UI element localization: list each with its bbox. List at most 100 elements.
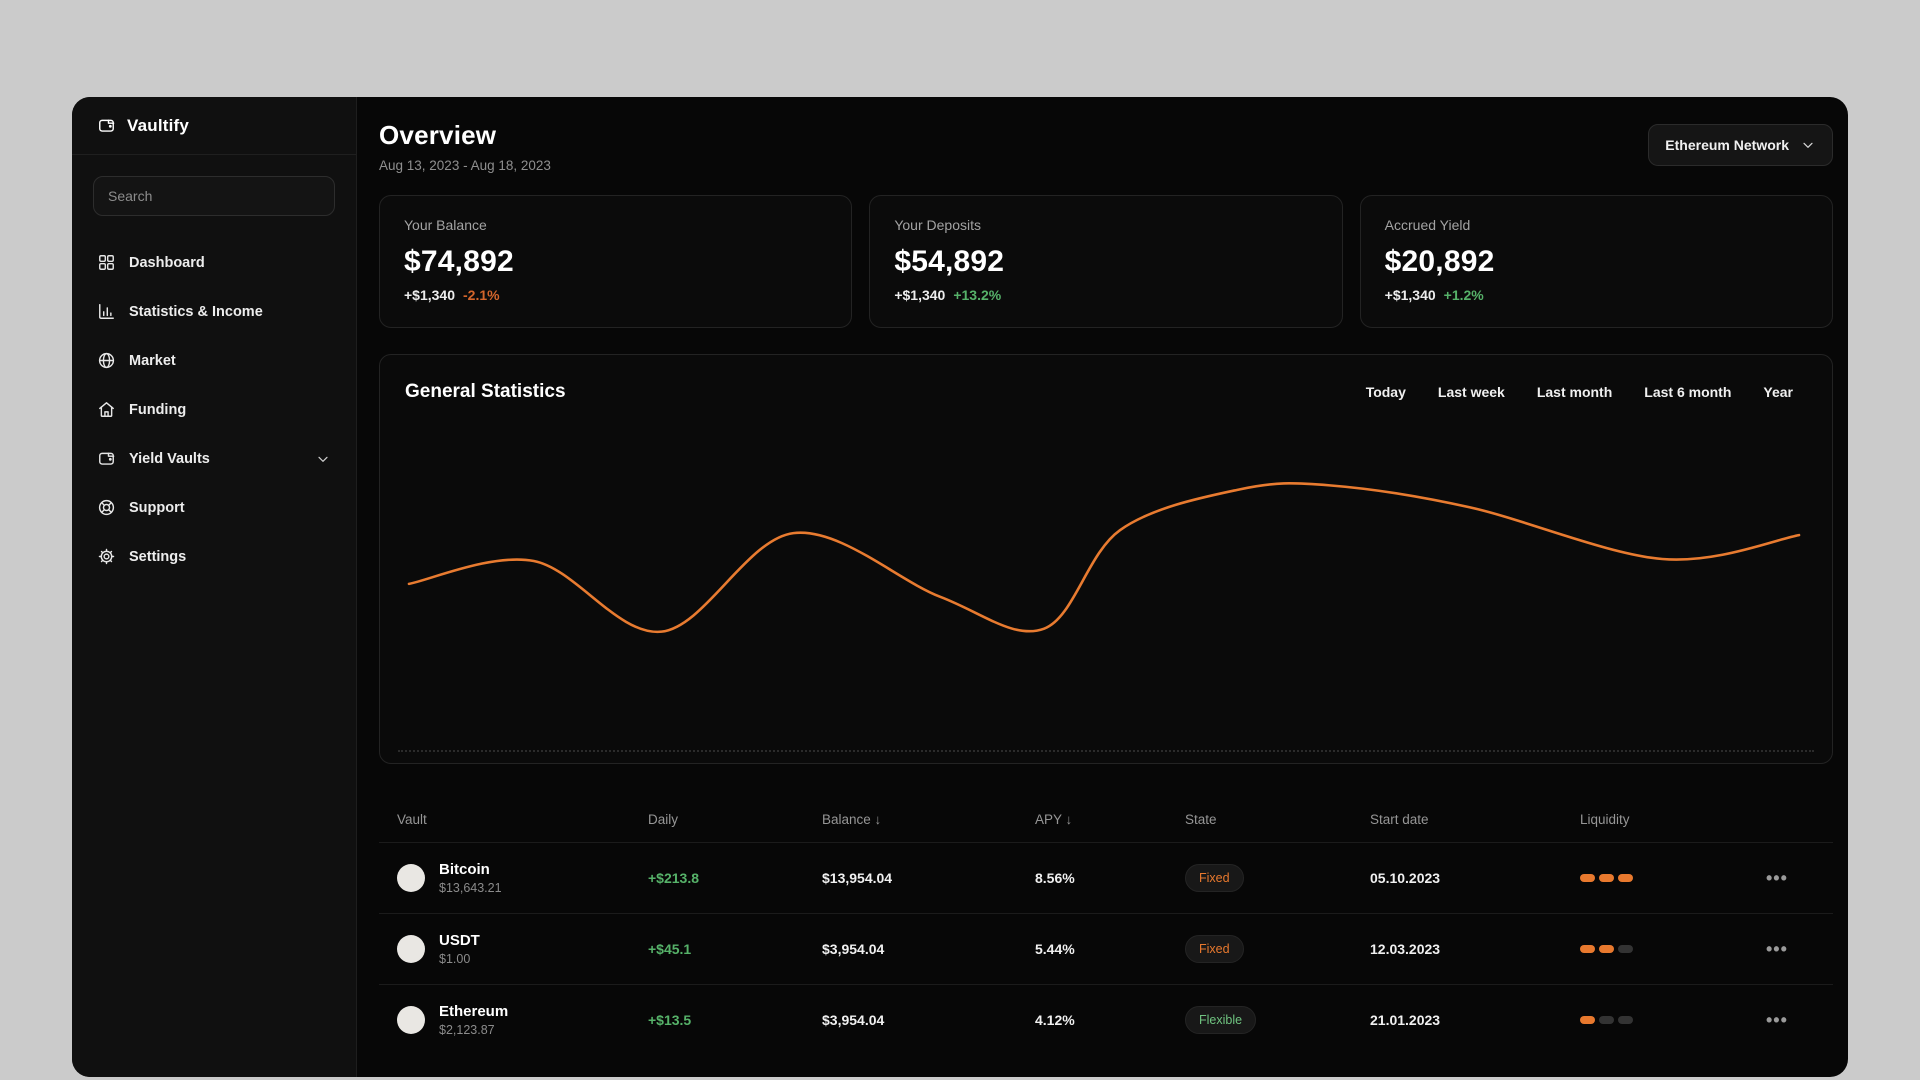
sidebar-item-label: Yield Vaults [129,450,210,467]
liquidity-pill [1580,945,1595,953]
stat-card-label: Accrued Yield [1384,217,1471,233]
general-statistics-card: General Statistics Today Last week Last mo… [379,354,1833,764]
vault-price: $2,123.87 [439,1023,495,1037]
vaults-table: Vault Daily Balance ↓ APY ↓ State Start date L… [379,804,1833,1055]
liquidity-pill [1580,874,1595,882]
table-body: Bitcoin $13,643.21 +$213.8 $13,954.04 8.56% F… [379,842,1833,1055]
start-date-value: 12.03.2023 [1370,941,1441,957]
sidebar-item-settings[interactable]: Settings [85,532,343,581]
ethereum-coin-icon [397,1006,425,1034]
network-selector-label: Ethereum Network [1665,137,1789,153]
table-row-bitcoin[interactable]: Bitcoin $13,643.21 +$213.8 $13,954.04 8.56% F… [379,842,1833,913]
chart-line-series [407,482,1801,633]
balance-value: $3,954.04 [822,1012,885,1028]
network-selector-button[interactable]: Ethereum Network [1648,124,1833,166]
vault-cell: Ethereum $2,123.87 [397,1003,648,1037]
vault-name: Bitcoin [439,861,490,878]
sidebar-item-label: Market [129,352,176,369]
balance-value: $13,954.04 [822,870,893,886]
column-header-vault: Vault [397,811,427,827]
balance-value: $3,954.04 [822,941,885,957]
app-window: Vaultify Dashboard Statistics & Income Mar… [72,97,1848,1077]
stat-card-change: +$1,340 +13.2% [894,287,1317,303]
vault-name-price: USDT $1.00 [439,932,480,966]
table-row-usdt[interactable]: USDT $1.00 +$45.1 $3,954.04 5.44% Fixed 12.03.… [379,913,1833,984]
app-logo: Vaultify [72,97,356,155]
usdt-coin-icon [397,935,425,963]
chevron-down-icon [315,451,331,467]
start-date-value: 21.01.2023 [1370,1012,1441,1028]
liquidity-indicator [1580,945,1766,953]
liquidity-indicator [1580,1016,1766,1024]
sidebar-item-statistics-income[interactable]: Statistics & Income [85,287,343,336]
liquidity-pill [1580,1016,1595,1024]
sidebar-item-label: Support [129,499,185,516]
apy-value: 4.12% [1035,1012,1075,1028]
search-input[interactable] [93,176,335,216]
stat-card-value: $54,892 [894,245,1005,278]
sidebar-item-label: Settings [129,548,187,565]
chart-baseline [398,750,1814,752]
vault-name-price: Bitcoin $13,643.21 [439,861,502,895]
sidebar-item-funding[interactable]: Funding [85,385,343,434]
daily-value: +$45.1 [648,941,692,957]
start-date-value: 05.10.2023 [1370,870,1441,886]
stat-card-your-deposits: Your Deposits $54,892 +$1,340 +13.2% [869,195,1343,328]
column-header-balance[interactable]: Balance ↓ [822,812,1035,827]
stat-card-label: Your Balance [404,217,487,233]
liquidity-pill [1599,1016,1614,1024]
sidebar-item-yield-vaults[interactable]: Yield Vaults [85,434,343,483]
row-menu-button[interactable]: ••• [1766,940,1833,958]
stat-change-amount: +$1,340 [894,287,946,303]
column-header-state: State [1185,811,1217,827]
liquidity-pill [1618,945,1633,953]
sidebar-item-label: Funding [129,401,187,418]
column-header-liquidity: Liquidity [1580,811,1630,827]
statistics-line-chart [407,482,1801,633]
liquidity-pill [1599,945,1614,953]
bitcoin-coin-icon [397,864,425,892]
gear-icon [97,547,116,566]
sidebar-item-label: Statistics & Income [129,303,263,320]
lifebuoy-icon [97,498,116,517]
sidebar-item-market[interactable]: Market [85,336,343,385]
sidebar-item-dashboard[interactable]: Dashboard [85,238,343,287]
stat-change-amount: +$1,340 [1384,287,1436,303]
state-badge: Flexible [1185,1006,1257,1034]
column-header-daily: Daily [648,811,679,827]
column-header-apy[interactable]: APY ↓ [1035,812,1185,827]
statistics-icon [97,302,116,321]
sidebar-item-support[interactable]: Support [85,483,343,532]
row-menu-button[interactable]: ••• [1766,1011,1833,1029]
row-menu-button[interactable]: ••• [1766,869,1833,887]
date-range: Aug 13, 2023 - Aug 18, 2023 [379,158,551,173]
liquidity-pill [1618,874,1633,882]
chevron-down-icon [1800,137,1816,153]
stat-card-your-balance: Your Balance $74,892 +$1,340 -2.1% [379,195,853,328]
vault-name: Ethereum [439,1003,509,1020]
stat-card-change: +$1,340 +1.2% [1385,287,1808,303]
sidebar: Vaultify Dashboard Statistics & Income Mar… [72,97,357,1077]
liquidity-indicator [1580,874,1766,882]
stat-card-value: $20,892 [1384,245,1495,278]
app-name: Vaultify [127,115,190,135]
state-cell: Fixed [1185,935,1370,963]
stat-change-percent: -2.1% [463,287,500,303]
vault-price: $1.00 [439,952,471,966]
liquidity-pill [1618,1016,1633,1024]
state-badge: Fixed [1185,864,1244,892]
liquidity-pill [1599,874,1614,882]
wallet-icon [97,116,116,135]
vault-cell: USDT $1.00 [397,932,648,966]
daily-value: +$213.8 [648,870,699,886]
main-content: Overview Aug 13, 2023 - Aug 18, 2023 Eth… [357,97,1848,1077]
vault-price: $13,643.21 [439,881,502,895]
vault-name-price: Ethereum $2,123.87 [439,1003,508,1037]
sidebar-item-label: Dashboard [129,254,205,271]
stat-card-change: +$1,340 -2.1% [404,287,827,303]
dashboard-icon [97,253,116,272]
state-cell: Fixed [1185,864,1370,892]
apy-value: 5.44% [1035,941,1075,957]
table-row-ethereum[interactable]: Ethereum $2,123.87 +$13.5 $3,954.04 4.12% Fle… [379,984,1833,1055]
column-header-start-date: Start date [1370,811,1429,827]
